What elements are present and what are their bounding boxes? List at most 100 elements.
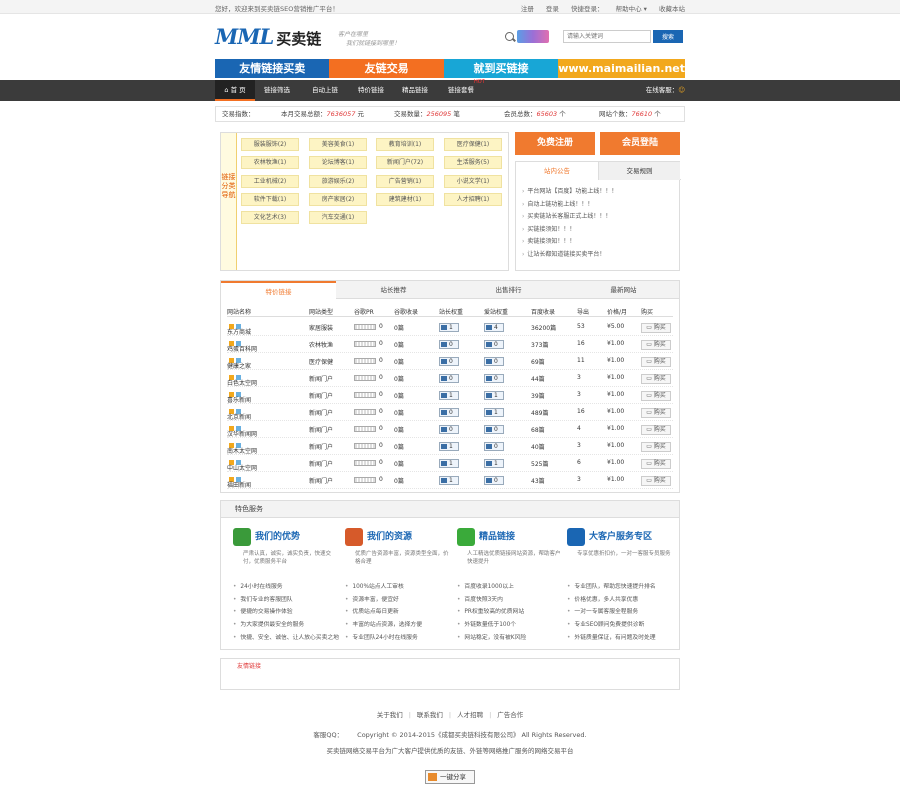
feature-column: 大客户服务专区专享优惠折扣价，一对一客服专员服务专业团队，帮助您快速提升排名价格… bbox=[567, 527, 675, 644]
buy-button[interactable]: ▭ 购买 bbox=[641, 425, 671, 435]
search-input[interactable] bbox=[563, 30, 651, 43]
banner-item-2[interactable]: 友链交易 bbox=[329, 59, 444, 78]
site-name-link[interactable]: 中山太空网 bbox=[227, 459, 257, 472]
tab-newest-sites[interactable]: 最新网站 bbox=[566, 281, 681, 299]
banner-item-4[interactable]: www.maimailian.net bbox=[558, 59, 686, 78]
footer-links: 关于我们 | 联系我们 | 人才招聘 | 广告合作 bbox=[376, 711, 524, 719]
category-item[interactable]: 工业机械(2) bbox=[241, 175, 299, 188]
webmaster-weight: 1 bbox=[439, 459, 459, 468]
table-row: 喜乐新闻 新闻门户 0 0篇 1 1 39篇 3 ¥1.00 ▭ 购买 bbox=[227, 387, 673, 404]
site-name-link[interactable]: 东方商城 bbox=[227, 323, 251, 336]
category-item[interactable]: 服装服饰(2) bbox=[241, 138, 299, 151]
category-item[interactable]: 房产家居(2) bbox=[309, 193, 367, 206]
category-item[interactable]: 生活服务(5) bbox=[444, 156, 502, 169]
category-item[interactable]: 美容美食(1) bbox=[309, 138, 367, 151]
site-name-link[interactable]: 白色太空网 bbox=[227, 374, 257, 387]
notice-item[interactable]: 让站长都知道链接买卖平台！ bbox=[522, 249, 677, 262]
notice-item[interactable]: 平台网站【百度】功能上线！！！ bbox=[522, 186, 677, 199]
category-item[interactable]: 汽车交通(1) bbox=[309, 211, 367, 224]
nav-link-filter[interactable]: 链接筛选 bbox=[257, 80, 297, 101]
link-listing: 特价链接 站长推荐 出售排行 最新网站 网站名称 网站类型 谷歌PR 谷歌收录 站长权重… bbox=[220, 280, 680, 493]
site-name: 南木太空网 bbox=[227, 448, 258, 455]
banner-item-1[interactable]: 友情链接买卖 bbox=[215, 59, 330, 78]
notice-item[interactable]: 自动上链功能上线！！！ bbox=[522, 199, 677, 212]
nav-premium-links[interactable]: 精品链接 bbox=[395, 80, 435, 101]
buy-button[interactable]: ▭ 购买 bbox=[641, 442, 671, 452]
cart-icon: ▭ bbox=[646, 392, 654, 399]
category-item[interactable]: 人才招聘(1) bbox=[444, 193, 502, 206]
webmaster-weight: 0 bbox=[439, 374, 459, 383]
buy-button[interactable]: ▭ 购买 bbox=[641, 476, 671, 486]
online-service-label: 在线客服： bbox=[645, 86, 679, 94]
site-name-link[interactable]: 福田新闻 bbox=[227, 476, 251, 489]
buy-button[interactable]: ▭ 购买 bbox=[641, 357, 671, 367]
pr-bar bbox=[354, 426, 376, 432]
aizhan-weight: 1 bbox=[484, 391, 504, 400]
buy-button[interactable]: ▭ 购买 bbox=[641, 391, 671, 401]
site-name-link[interactable]: 健康之家 bbox=[227, 357, 251, 370]
site-name: 北京新闻 bbox=[227, 414, 252, 421]
listing-tabs: 特价链接 站长推荐 出售排行 最新网站 bbox=[221, 281, 681, 300]
category-item[interactable]: 建筑建材(1) bbox=[376, 193, 434, 206]
buy-button[interactable]: ▭ 购买 bbox=[641, 340, 671, 350]
search-tags-icon[interactable] bbox=[517, 30, 549, 43]
free-register-button[interactable]: 免费注册 bbox=[515, 132, 595, 155]
footer-jobs[interactable]: 人才招聘 bbox=[457, 711, 483, 719]
buy-button[interactable]: ▭ 购买 bbox=[641, 408, 671, 418]
cart-icon: ▭ bbox=[646, 477, 654, 484]
friend-links: 友情链接 bbox=[220, 658, 680, 690]
category-item[interactable]: 旅游娱乐(2) bbox=[309, 175, 367, 188]
stat-sites: 网站个数：76610 个 bbox=[599, 107, 661, 121]
cart-icon: ▭ bbox=[646, 443, 654, 450]
buy-button[interactable]: ▭ 购买 bbox=[641, 374, 671, 384]
footer-ads[interactable]: 广告合作 bbox=[497, 711, 523, 719]
category-item[interactable]: 小说文学(1) bbox=[444, 175, 502, 188]
nav-home[interactable]: ⌂ 首 页 bbox=[215, 80, 255, 101]
tab-sales-ranking[interactable]: 出售排行 bbox=[451, 281, 566, 299]
site-name-link[interactable]: 汉华新闻网 bbox=[227, 425, 257, 438]
tab-special-links[interactable]: 特价链接 bbox=[221, 281, 336, 300]
nav-auto-link[interactable]: 自动上链 bbox=[305, 80, 345, 101]
site-logo[interactable]: MML 买卖链 bbox=[215, 24, 345, 52]
quick-login-link[interactable]: 快捷登录： bbox=[571, 5, 604, 13]
category-item[interactable]: 文化艺术(3) bbox=[241, 211, 299, 224]
member-login-button[interactable]: 会员登陆 bbox=[600, 132, 680, 155]
help-center-link[interactable]: 帮助中心 ▾ bbox=[616, 5, 647, 13]
login-link[interactable]: 登录 bbox=[546, 5, 559, 13]
notice-item[interactable]: 买卖链站长客服正式上线！！！ bbox=[522, 211, 677, 224]
pr-bar bbox=[354, 392, 376, 398]
category-item[interactable]: 新闻门户(72) bbox=[376, 156, 434, 169]
footer-qq[interactable]: 客服QQ： bbox=[313, 731, 343, 739]
category-item[interactable]: 教育培训(1) bbox=[376, 138, 434, 151]
share-button[interactable]: 一键分享 bbox=[425, 770, 475, 784]
feature-desc: 人工精选优质链接网站资源，帮助客户快速提升 bbox=[467, 551, 561, 565]
notice-item[interactable]: 买链接须知！！！ bbox=[522, 224, 677, 237]
site-name-link[interactable]: 南木太空网 bbox=[227, 442, 257, 455]
aizhan-weight: 0 bbox=[484, 374, 504, 383]
nav-special-price[interactable]: 特价链接 bbox=[351, 80, 391, 101]
slogan-line-1: 客户在哪里 bbox=[338, 31, 369, 38]
footer-about[interactable]: 关于我们 bbox=[377, 711, 403, 719]
banner-item-3[interactable]: 就到买链接 bbox=[443, 59, 559, 78]
register-link[interactable]: 注册 bbox=[521, 5, 534, 13]
footer-contact[interactable]: 联系我们 bbox=[417, 711, 443, 719]
notice-item[interactable]: 卖链接须知！！！ bbox=[522, 236, 677, 249]
search-button[interactable]: 搜索 bbox=[653, 30, 683, 43]
feature-item: 我们专业的客服团队 bbox=[233, 594, 341, 607]
site-name-link[interactable]: 鸡蛋百科网 bbox=[227, 340, 257, 353]
tab-announcements[interactable]: 站内公告 bbox=[516, 162, 598, 180]
site-name-link[interactable]: 喜乐新闻 bbox=[227, 391, 251, 404]
category-item[interactable]: 农林牧渔(1) bbox=[241, 156, 299, 169]
category-item[interactable]: 广告营销(1) bbox=[376, 175, 434, 188]
category-item[interactable]: 软件下载(1) bbox=[241, 193, 299, 206]
category-item[interactable]: 论坛博客(1) bbox=[309, 156, 367, 169]
bookmark-link[interactable]: 收藏本站 bbox=[659, 5, 685, 13]
aizhan-weight: 0 bbox=[484, 357, 504, 366]
site-name-link[interactable]: 北京新闻 bbox=[227, 408, 251, 421]
category-item[interactable]: 医疗保健(1) bbox=[444, 138, 502, 151]
buy-button[interactable]: ▭ 购买 bbox=[641, 459, 671, 469]
tab-trade-rules[interactable]: 交易规则 bbox=[598, 162, 680, 180]
buy-button[interactable]: ▭ 购买 bbox=[641, 323, 671, 333]
online-service[interactable]: 在线客服：☺ bbox=[646, 80, 685, 101]
tab-webmaster-picks[interactable]: 站长推荐 bbox=[336, 281, 451, 299]
